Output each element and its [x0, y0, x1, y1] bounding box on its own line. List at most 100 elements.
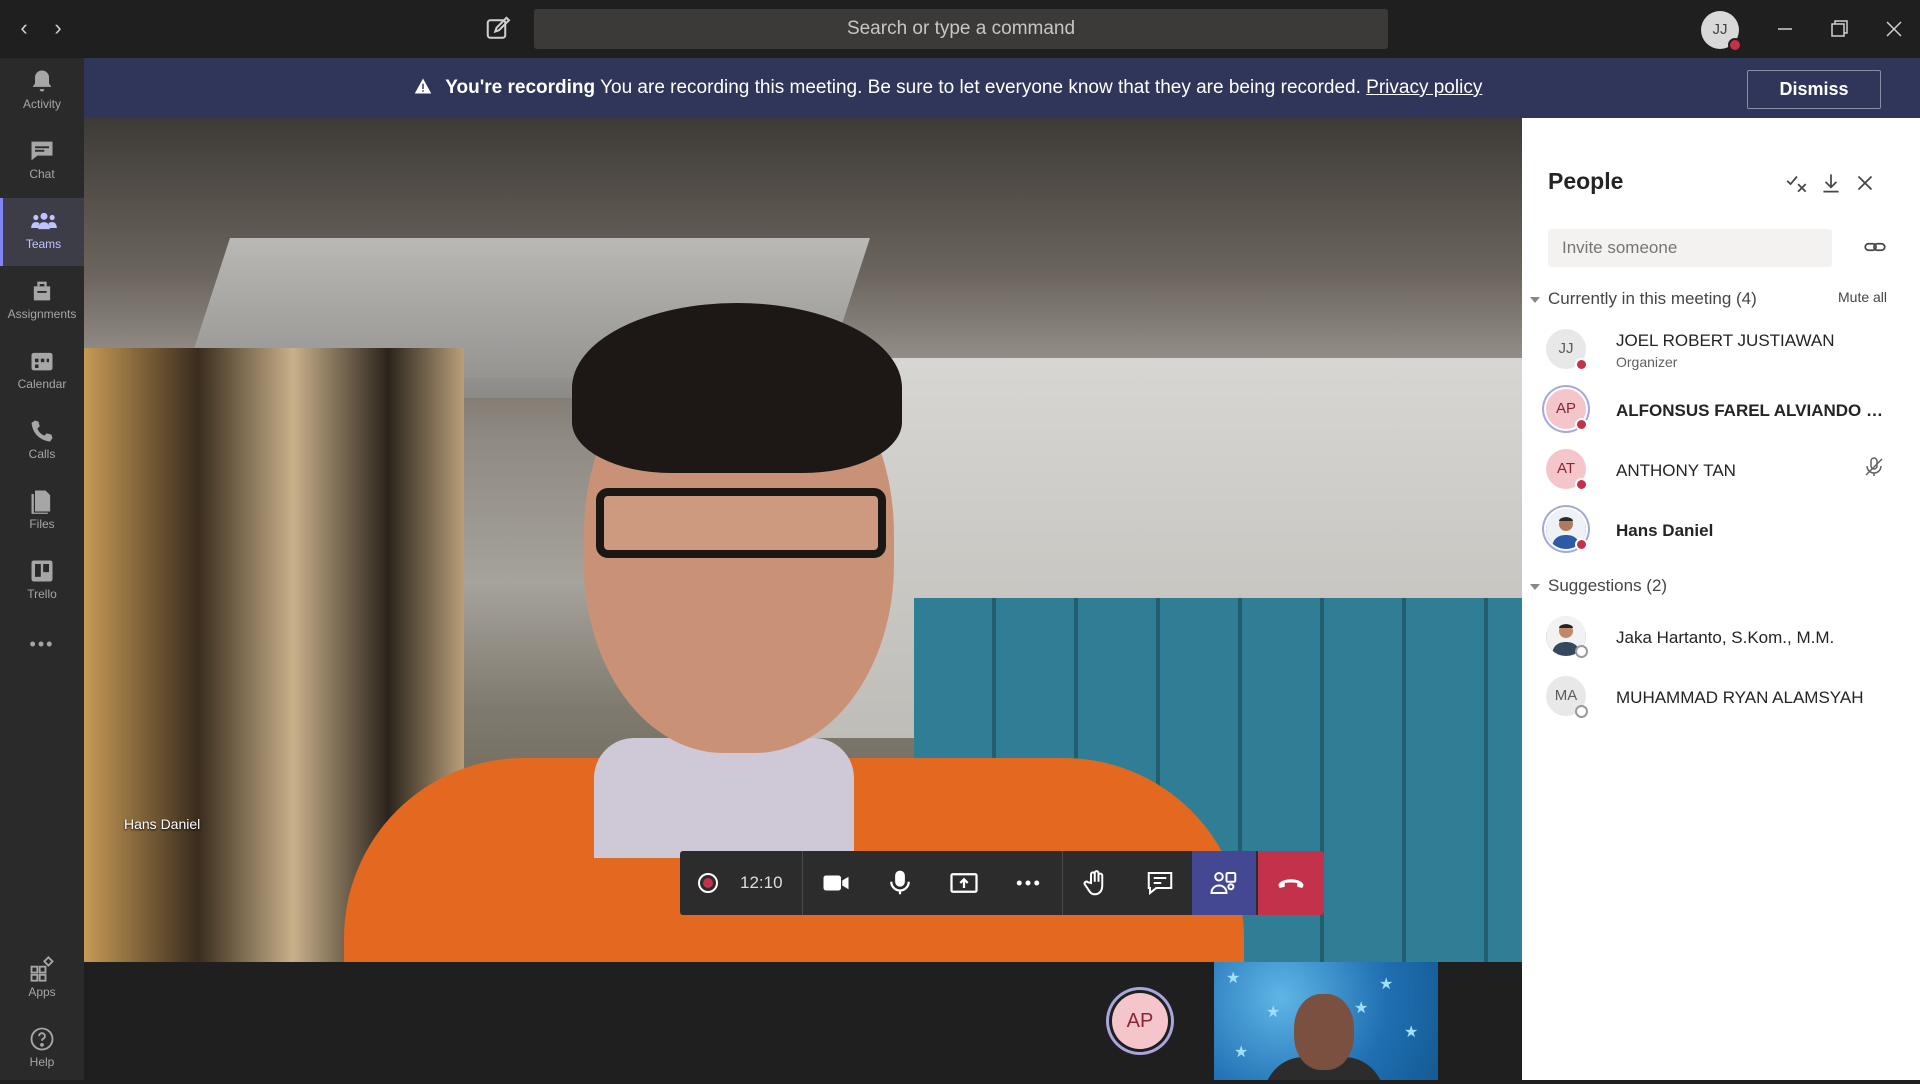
title-bar: ‹ › Search or type a command JJ — [0, 0, 1920, 58]
back-arrow-icon[interactable]: ‹ — [10, 14, 38, 42]
recording-banner: You're recording You are recording this … — [84, 58, 1920, 118]
current-participants-header[interactable]: Currently in this meeting (4) — [1530, 289, 1757, 309]
warning-icon — [414, 78, 432, 94]
app-rail: Activity Chat Teams Assignments Calendar… — [0, 58, 84, 1080]
assignments-icon — [33, 281, 51, 301]
microphone-off-icon — [1862, 455, 1886, 479]
rail-label: Apps — [28, 985, 56, 999]
participant-row[interactable]: AT ANTHONY TAN — [1522, 443, 1920, 499]
star-decoration-icon: ★ — [1354, 1000, 1369, 1017]
avatar — [1546, 509, 1588, 551]
rail-label: Help — [29, 1055, 55, 1069]
banner-title: You're recording — [445, 77, 596, 98]
files-icon — [31, 490, 51, 514]
avatar-initials: MA — [1554, 687, 1578, 704]
compose-icon[interactable] — [484, 14, 514, 44]
section-label: Suggestions (2) — [1548, 576, 1668, 595]
participant-row[interactable]: AP ALFONSUS FAREL ALVIANDO P... — [1522, 383, 1920, 439]
minimize-icon[interactable] — [1770, 14, 1800, 44]
download-icon[interactable] — [1818, 170, 1844, 196]
self-face — [1294, 994, 1354, 1070]
rail-item-help[interactable]: Help — [0, 1016, 84, 1084]
star-decoration-icon: ★ — [1404, 1024, 1419, 1041]
rail-item-activity[interactable]: Activity — [0, 58, 84, 126]
share-screen-button[interactable] — [932, 851, 996, 915]
participant-name: ALFONSUS FAREL ALVIANDO P... — [1616, 401, 1886, 420]
rail-item-calendar[interactable]: Calendar — [0, 338, 84, 406]
participant-avatar-ap[interactable]: AP — [1112, 993, 1168, 1049]
close-panel-icon[interactable] — [1852, 170, 1878, 196]
presence-busy-icon — [1575, 478, 1588, 491]
help-icon — [30, 1027, 54, 1051]
rail-item-apps[interactable]: Apps — [0, 946, 84, 1014]
rail-item-trello[interactable]: Trello — [0, 548, 84, 616]
presence-busy-icon — [1728, 38, 1742, 52]
profile-initials: JJ — [1712, 21, 1728, 38]
call-timer: 12:10 — [740, 873, 783, 892]
raise-hand-icon — [1083, 870, 1104, 896]
microphone-button[interactable] — [868, 851, 932, 915]
speaker-glasses — [596, 488, 886, 558]
self-preview-video[interactable]: ★ ★ ★ ★ ★ ★ — [1214, 962, 1438, 1080]
presence-busy-icon — [1575, 538, 1588, 551]
restore-icon[interactable] — [1824, 14, 1854, 44]
suggestions-header[interactable]: Suggestions (2) — [1530, 576, 1667, 596]
bell-icon — [32, 70, 52, 92]
avatar: MA — [1546, 676, 1588, 718]
people-icon — [1210, 872, 1237, 894]
apps-icon — [30, 955, 54, 982]
suggestion-row[interactable]: Jaka Hartanto, S.Kom., M.M. — [1522, 610, 1920, 666]
star-decoration-icon: ★ — [1234, 1044, 1249, 1061]
dismiss-button[interactable]: Dismiss — [1747, 70, 1881, 109]
avatar: AP — [1546, 389, 1588, 431]
trello-icon — [31, 560, 53, 582]
forward-arrow-icon[interactable]: › — [44, 14, 72, 42]
share-link-icon[interactable] — [1862, 234, 1888, 260]
allow-attendees-icon[interactable] — [1784, 170, 1810, 196]
search-input[interactable]: Search or type a command — [534, 9, 1388, 49]
participant-role: Organizer — [1616, 354, 1678, 370]
microphone-icon — [890, 870, 910, 895]
raise-hand-button[interactable] — [1064, 851, 1128, 915]
mute-all-button[interactable]: Mute all — [1838, 289, 1887, 305]
participant-name: ANTHONY TAN — [1616, 461, 1736, 480]
panel-title: People — [1548, 168, 1624, 194]
section-label: Currently in this meeting (4) — [1548, 289, 1757, 308]
teams-icon — [30, 212, 57, 230]
rail-item-calls[interactable]: Calls — [0, 408, 84, 476]
hang-up-button[interactable] — [1258, 851, 1324, 915]
privacy-policy-link[interactable]: Privacy policy — [1366, 77, 1482, 98]
profile-avatar[interactable]: JJ — [1701, 11, 1742, 52]
presence-busy-icon — [1575, 418, 1588, 431]
rail-item-files[interactable]: Files — [0, 478, 84, 546]
call-controls: 12:10 — [680, 851, 1324, 915]
star-decoration-icon: ★ — [1226, 970, 1241, 987]
participants-button[interactable] — [1192, 851, 1256, 915]
suggestion-row[interactable]: MA MUHAMMAD RYAN ALAMSYAH — [1522, 670, 1920, 726]
presence-offline-icon — [1575, 705, 1588, 718]
camera-button[interactable] — [804, 851, 868, 915]
avatar: JJ — [1546, 329, 1588, 371]
rail-item-teams[interactable]: Teams — [0, 198, 84, 266]
banner-text: You're recording You are recording this … — [414, 58, 1482, 118]
invite-input[interactable] — [1548, 229, 1832, 267]
avatar: AT — [1546, 449, 1588, 491]
participant-row[interactable]: Hans Daniel — [1522, 503, 1920, 559]
rail-item-assignments[interactable]: Assignments — [0, 268, 84, 336]
more-apps-icon[interactable]: ••• — [0, 624, 84, 664]
rail-label: Chat — [29, 167, 55, 181]
calendar-icon — [31, 352, 53, 371]
chat-icon — [1147, 872, 1173, 896]
rail-item-chat[interactable]: Chat — [0, 128, 84, 196]
presence-busy-icon — [1575, 358, 1588, 371]
video-camera-icon — [823, 875, 849, 891]
chat-button[interactable] — [1128, 851, 1192, 915]
star-decoration-icon: ★ — [1266, 1004, 1281, 1021]
close-window-icon[interactable] — [1879, 14, 1909, 44]
avatar-initials: AT — [1556, 460, 1576, 477]
rail-label: Trello — [27, 587, 57, 601]
avatar — [1546, 616, 1588, 658]
more-actions-button[interactable] — [996, 851, 1060, 915]
more-icon — [1016, 880, 1040, 886]
participant-row[interactable]: JJ JOEL ROBERT JUSTIAWAN Organizer — [1522, 323, 1920, 379]
